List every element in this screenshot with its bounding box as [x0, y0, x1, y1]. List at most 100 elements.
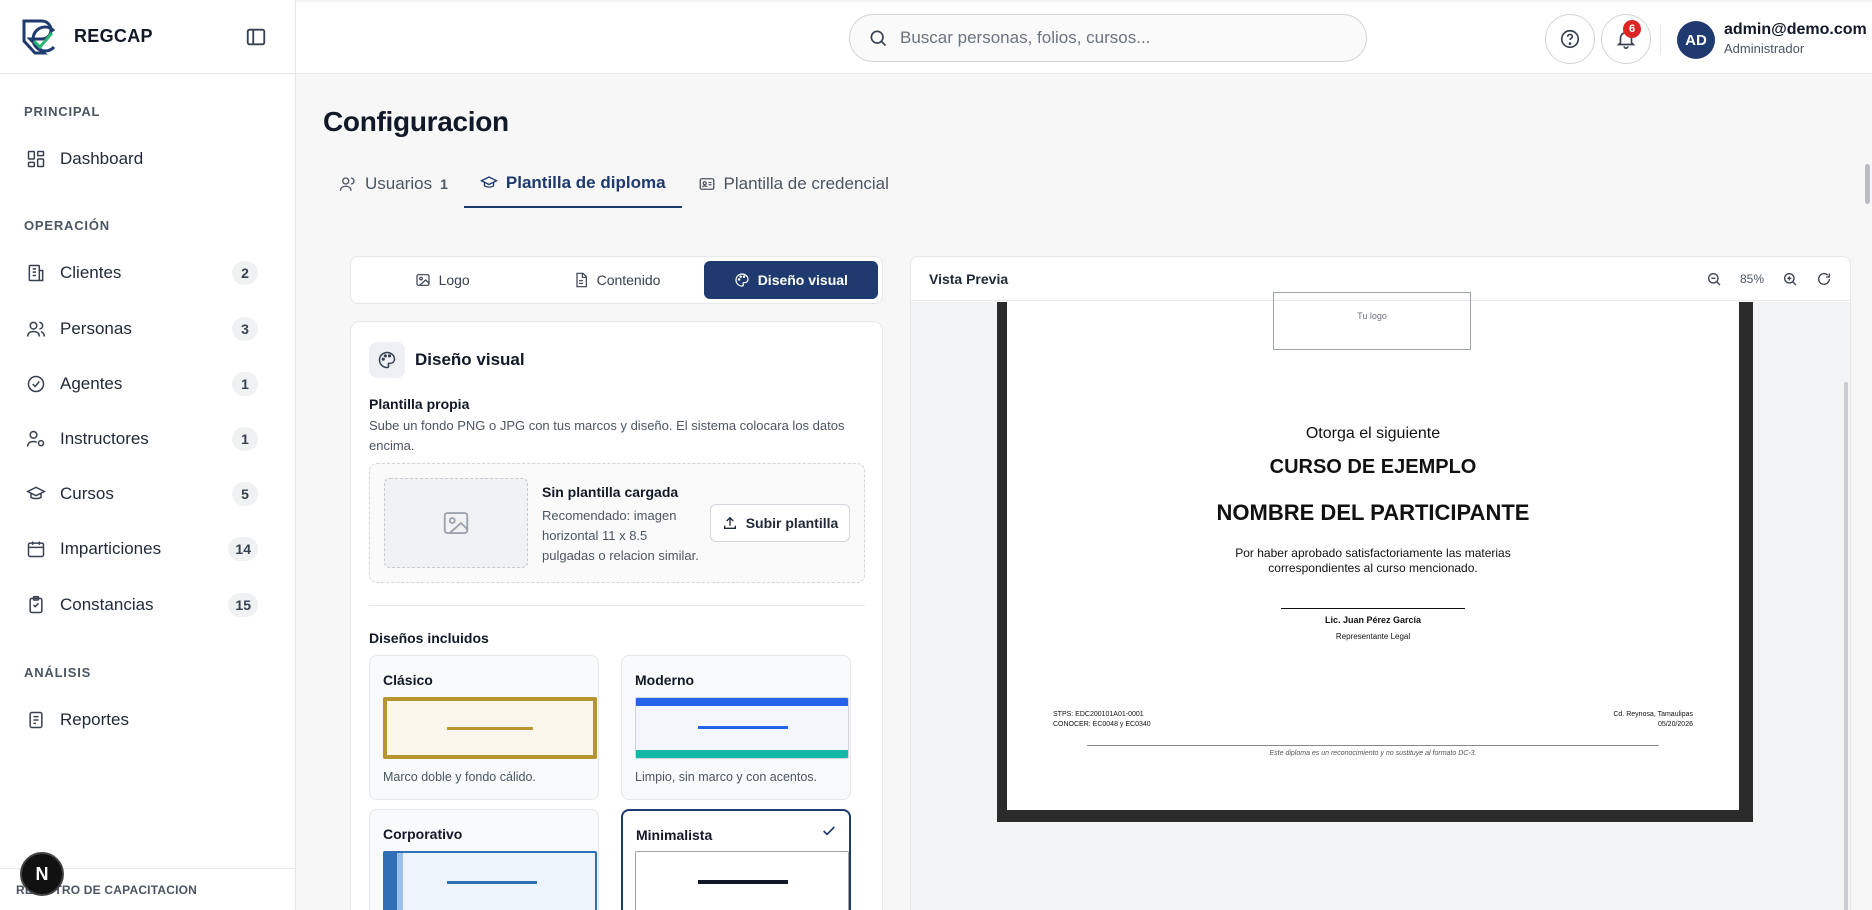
- notification-count-badge: 6: [1623, 20, 1641, 38]
- sidebar-item-label: Instructores: [60, 429, 149, 448]
- sidebar-item-label: Constancias: [60, 595, 154, 614]
- preview-canvas[interactable]: Tu logo Otorga el siguiente CURSO DE EJE…: [911, 292, 1850, 910]
- template-description: Marco doble y fondo cálido.: [383, 770, 536, 784]
- template-upload-dropzone[interactable]: Sin plantilla cargada Recomendado: image…: [369, 463, 865, 583]
- zoom-controls: 85%: [1688, 271, 1832, 287]
- image-icon: [415, 274, 430, 286]
- clipboard-icon: [29, 595, 43, 614]
- sidebar-item-dashboard[interactable]: Dashboard: [14, 137, 270, 181]
- upload-recommendation: Recomendado: imagen horizontal 11 x 8.5 …: [542, 508, 699, 563]
- count-badge: 2: [232, 261, 258, 285]
- sidebar-item-clientes[interactable]: Clientes 2: [14, 251, 270, 295]
- count-badge: 5: [232, 482, 258, 506]
- sidebar-item-label: Reportes: [60, 710, 129, 729]
- user-role: Administrador: [1724, 41, 1805, 56]
- report-icon: [29, 711, 43, 729]
- sidebar-item-personas[interactable]: Personas 3: [14, 307, 270, 351]
- sidebar-item-instructores[interactable]: Instructores 1: [14, 417, 270, 461]
- sidebar-item-agentes[interactable]: Agentes 1: [14, 362, 270, 406]
- diploma-note: Este diploma es un reconocimiento y no s…: [1269, 750, 1477, 757]
- sidebar-item-cursos[interactable]: Cursos 5: [14, 472, 270, 516]
- sidebar-item-label: Imparticiones: [60, 539, 162, 558]
- search-bar[interactable]: [849, 14, 1367, 62]
- graduation-cap-icon: [479, 176, 498, 188]
- template-preview-corporativo: [383, 851, 597, 910]
- sidebar-item-imparticiones[interactable]: Imparticiones 14: [14, 527, 270, 571]
- divider: [369, 605, 865, 606]
- sidebar-item-reportes[interactable]: Reportes: [14, 698, 270, 742]
- diploma-place-date: Cd. Reynosa, Tamaulipas 05/20/2026: [1613, 710, 1693, 730]
- users-icon: [339, 177, 355, 191]
- card-title: Diseño visual: [415, 350, 525, 369]
- section-operacion: OPERACIÓN: [24, 218, 110, 233]
- preview-scrollbar[interactable]: [1844, 382, 1848, 910]
- subtab-logo[interactable]: Logo: [355, 261, 529, 299]
- divider: [1660, 24, 1661, 54]
- template-option-clasico[interactable]: Clásico Marco doble y fondo cálido.: [369, 655, 599, 800]
- dashboard-icon: [27, 150, 45, 168]
- tab-label: Plantilla de diploma: [505, 173, 666, 192]
- preview-panel: Vista Previa 85% Tu logo Otorga el sigui…: [910, 256, 1851, 910]
- floating-n-button[interactable]: N: [20, 852, 64, 896]
- diploma-participant-name: NOMBRE DEL PARTICIPANTE: [1216, 500, 1530, 525]
- template-option-minimalista[interactable]: Minimalista: [621, 809, 851, 910]
- template-option-moderno[interactable]: Moderno Limpio, sin marco y con acentos.: [621, 655, 851, 800]
- tab-usuarios[interactable]: Usuarios 1: [323, 160, 464, 208]
- template-preview-minimalista: [635, 851, 849, 910]
- tab-plantilla-credencial[interactable]: Plantilla de credencial: [682, 160, 905, 208]
- palette-icon: [735, 273, 749, 287]
- editor-subtabs: Logo Contenido Diseño visual: [350, 256, 883, 304]
- zoom-in-icon[interactable]: [1782, 271, 1798, 287]
- search-input[interactable]: [900, 28, 1340, 48]
- tab-label: Plantilla de credencial: [723, 174, 889, 193]
- page-scrollbar[interactable]: [1865, 164, 1870, 204]
- regcap-logo-icon[interactable]: [20, 17, 58, 57]
- user-cog-icon: [26, 430, 45, 447]
- template-name: Corporativo: [383, 826, 463, 842]
- diploma-frame: Tu logo Otorga el siguiente CURSO DE EJE…: [997, 292, 1753, 822]
- sidebar-toggle-icon[interactable]: [245, 26, 267, 48]
- template-name: Moderno: [635, 672, 695, 688]
- palette-icon: [378, 351, 396, 369]
- section-analisis: ANÁLISIS: [24, 665, 92, 680]
- own-template-title: Plantilla propia: [369, 396, 470, 412]
- user-email[interactable]: admin@demo.com: [1724, 21, 1867, 39]
- upload-icon: [723, 516, 736, 529]
- sidebar-item-label: Dashboard: [60, 149, 144, 168]
- template-name: Minimalista: [636, 827, 713, 843]
- check-circle-icon: [27, 375, 45, 393]
- page-title: Configuracion: [323, 106, 509, 137]
- id-card-icon: [699, 178, 714, 190]
- count-badge: 1: [232, 372, 258, 396]
- tab-count: 1: [440, 176, 448, 192]
- registry-conocer: CONOCER: EC0048 y EC0340: [1053, 721, 1151, 728]
- document-icon: [575, 272, 587, 288]
- notifications-button[interactable]: 6: [1601, 14, 1651, 64]
- subtab-contenido[interactable]: Contenido: [529, 261, 703, 299]
- template-preview-moderno: [635, 697, 849, 759]
- preview-title: Vista Previa: [929, 270, 1009, 287]
- subtab-diseno-visual[interactable]: Diseño visual: [703, 261, 878, 299]
- template-option-corporativo[interactable]: Corporativo: [369, 809, 599, 910]
- included-designs-title: Diseños incluidos: [369, 630, 489, 646]
- sidebar-item-label: Clientes: [60, 263, 122, 282]
- zoom-out-icon[interactable]: [1706, 271, 1722, 287]
- registry-stps: STPS: EDC200101A01-0001: [1053, 711, 1144, 718]
- upload-template-button[interactable]: Subir plantilla: [710, 504, 850, 542]
- diploma-otorga: Otorga el siguiente: [1305, 425, 1441, 442]
- topbar: 6 AD admin@demo.com Administrador: [296, 0, 1872, 74]
- tab-plantilla-diploma[interactable]: Plantilla de diploma: [463, 160, 682, 208]
- sidebar-item-constancias[interactable]: Constancias 15: [14, 583, 270, 627]
- graduation-cap-icon: [26, 486, 46, 500]
- diploma-signer-role: Representante Legal: [1335, 632, 1411, 641]
- palette-icon-wrapper: [369, 342, 405, 378]
- diploma-preview: Tu logo Otorga el siguiente CURSO DE EJE…: [1007, 292, 1739, 810]
- diploma-signer: Lic. Juan Pérez García: [1324, 615, 1422, 625]
- config-tabs: Usuarios 1 Plantilla de diploma Plantill…: [323, 160, 905, 210]
- logo-placeholder: Tu logo: [1273, 292, 1471, 350]
- reset-icon[interactable]: [1816, 271, 1832, 287]
- help-button[interactable]: [1545, 14, 1595, 64]
- template-preview-clasico: [383, 697, 597, 759]
- avatar[interactable]: AD: [1677, 21, 1715, 59]
- subtab-label: Contenido: [596, 272, 661, 288]
